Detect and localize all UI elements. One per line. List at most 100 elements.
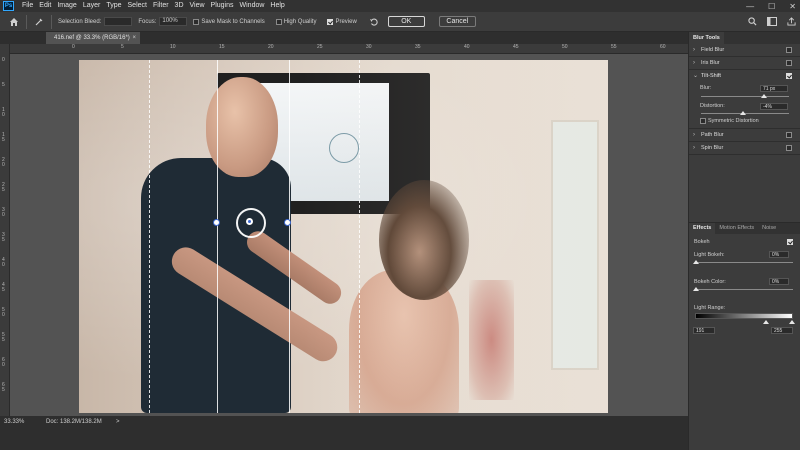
iris-blur-checkbox[interactable] xyxy=(786,60,792,66)
window-controls: — ☐ ✕ xyxy=(746,0,796,12)
ruler-left-label: 4 0 xyxy=(2,257,5,268)
tab-effects[interactable]: Effects xyxy=(689,223,716,234)
ruler-left-label: 4 5 xyxy=(2,282,5,293)
status-menu-icon[interactable]: > xyxy=(116,419,120,425)
tilt-focus-line-right[interactable] xyxy=(289,60,290,413)
field-blur-row[interactable]: › Field Blur xyxy=(689,44,800,57)
bokeh-checkbox[interactable] xyxy=(787,239,793,245)
distortion-slider-thumb[interactable] xyxy=(740,111,747,115)
menu-view[interactable]: View xyxy=(187,0,208,12)
tilt-fade-line-right[interactable] xyxy=(359,60,360,413)
document-tab-bar: 416.nef @ 33.3% (RGB/16*) × xyxy=(0,32,688,44)
preview-check-box[interactable] xyxy=(327,18,334,25)
tilt-focus-line-left[interactable] xyxy=(217,60,218,413)
high-quality-label: High Quality xyxy=(283,18,317,25)
light-bokeh-label: Light Bokeh: xyxy=(694,252,725,258)
menu-window[interactable]: Window xyxy=(237,0,268,12)
light-range-low-thumb[interactable] xyxy=(763,320,769,324)
distortion-input[interactable]: -4% xyxy=(760,103,788,110)
maximize-icon[interactable]: ☐ xyxy=(768,2,775,11)
light-range-high-input[interactable]: 255 xyxy=(771,327,793,334)
distortion-label: Distortion: xyxy=(700,103,725,109)
chevron-right-icon[interactable]: › xyxy=(693,44,695,57)
menu-plugins[interactable]: Plugins xyxy=(208,0,237,12)
workspace-icon[interactable] xyxy=(767,16,777,28)
menu-help[interactable]: Help xyxy=(267,0,287,12)
blur-pin-center[interactable] xyxy=(246,218,253,225)
iris-blur-row[interactable]: › Iris Blur xyxy=(689,57,800,70)
zoom-level[interactable]: 33.33% xyxy=(4,419,24,425)
rotate-handle-left[interactable] xyxy=(213,219,220,226)
menu-edit[interactable]: Edit xyxy=(36,0,54,12)
menu-layer[interactable]: Layer xyxy=(80,0,104,12)
close-window-icon[interactable]: ✕ xyxy=(789,2,796,11)
reset-icon[interactable] xyxy=(368,16,380,28)
bokeh-color-input[interactable]: 0% xyxy=(769,278,789,285)
ruler-top: 0 5 10 15 20 25 30 35 40 45 50 55 60 xyxy=(10,44,688,54)
focus-input[interactable]: 100% xyxy=(159,17,188,26)
menu-bar: Ps File Edit Image Layer Type Select Fil… xyxy=(0,0,800,12)
menu-select[interactable]: Select xyxy=(125,0,150,12)
selection-bleed-label: Selection Bleed: xyxy=(58,18,102,25)
menu-filter[interactable]: Filter xyxy=(150,0,172,12)
effects-panel: Effects Motion Effects Noise Bokeh Light… xyxy=(689,222,800,450)
light-range-gradient[interactable] xyxy=(695,313,793,319)
rotate-handle-right[interactable] xyxy=(284,219,291,226)
high-quality-checkbox[interactable]: High Quality xyxy=(275,18,320,25)
status-bar: 33.33% Doc: 138.2M/138.2M > xyxy=(0,416,688,450)
tab-motion-effects[interactable]: Motion Effects xyxy=(715,223,759,234)
tilt-shift-checkbox[interactable] xyxy=(786,73,792,79)
tab-blur-tools[interactable]: Blur Tools xyxy=(689,32,724,44)
light-range-low-input[interactable]: 191 xyxy=(693,327,715,334)
ruler-left-label: 2 5 xyxy=(2,182,5,193)
tilt-shift-section: ⌄ Tilt-Shift Blur: 71 px Distortion: -4%… xyxy=(689,70,800,129)
light-range-high-thumb[interactable] xyxy=(789,320,795,324)
menu-type[interactable]: Type xyxy=(103,0,124,12)
save-mask-label: Save Mask to Channels xyxy=(201,18,265,25)
share-icon[interactable] xyxy=(787,16,796,28)
canvas-area[interactable] xyxy=(10,54,688,416)
photo-image[interactable] xyxy=(79,60,608,413)
path-blur-row[interactable]: › Path Blur xyxy=(689,129,800,142)
spin-blur-checkbox[interactable] xyxy=(786,145,792,151)
selection-bleed-slider[interactable] xyxy=(104,17,133,26)
menu-image[interactable]: Image xyxy=(54,0,79,12)
light-bokeh-slider-track[interactable] xyxy=(695,262,793,263)
search-icon[interactable] xyxy=(748,16,757,28)
preview-checkbox[interactable]: Preview xyxy=(327,18,359,25)
symmetric-distortion-row[interactable]: Symmetric Distortion xyxy=(700,118,759,124)
cancel-button[interactable]: Cancel xyxy=(438,16,476,27)
tilt-shift-header[interactable]: ⌄ Tilt-Shift xyxy=(689,70,800,83)
document-tab[interactable]: 416.nef @ 33.3% (RGB/16*) × xyxy=(46,32,140,44)
spin-blur-row[interactable]: › Spin Blur xyxy=(689,142,800,155)
close-tab-icon[interactable]: × xyxy=(132,32,136,44)
pin-tool-icon[interactable] xyxy=(33,16,45,28)
field-blur-checkbox[interactable] xyxy=(786,47,792,53)
chevron-down-icon[interactable]: ⌄ xyxy=(693,70,698,83)
light-range-label: Light Range: xyxy=(694,305,726,311)
save-mask-check-box[interactable] xyxy=(193,18,200,25)
chevron-right-icon[interactable]: › xyxy=(693,129,695,142)
minimize-icon[interactable]: — xyxy=(746,2,754,11)
ok-button[interactable]: OK xyxy=(387,16,425,27)
chevron-right-icon[interactable]: › xyxy=(693,142,695,155)
chevron-right-icon[interactable]: › xyxy=(693,57,695,70)
ruler-top-label: 25 xyxy=(317,44,323,50)
symmetric-distortion-checkbox[interactable] xyxy=(700,118,706,124)
light-bokeh-input[interactable]: 0% xyxy=(769,251,789,258)
blur-label: Blur: xyxy=(700,85,712,91)
path-blur-checkbox[interactable] xyxy=(786,132,792,138)
save-mask-checkbox[interactable]: Save Mask to Channels xyxy=(193,18,267,25)
blur-slider-track[interactable] xyxy=(701,96,789,97)
bokeh-color-slider-thumb[interactable] xyxy=(693,287,699,291)
light-bokeh-slider-thumb[interactable] xyxy=(693,260,699,264)
blur-input[interactable]: 71 px xyxy=(760,85,788,92)
tilt-fade-line-left[interactable] xyxy=(149,60,150,413)
menu-file[interactable]: File xyxy=(19,0,36,12)
high-quality-check-box[interactable] xyxy=(275,18,282,25)
home-icon[interactable] xyxy=(8,16,20,28)
menu-3d[interactable]: 3D xyxy=(172,0,187,12)
blur-slider-thumb[interactable] xyxy=(761,94,768,98)
bokeh-color-slider-track[interactable] xyxy=(695,289,793,290)
tab-noise[interactable]: Noise xyxy=(758,223,781,234)
